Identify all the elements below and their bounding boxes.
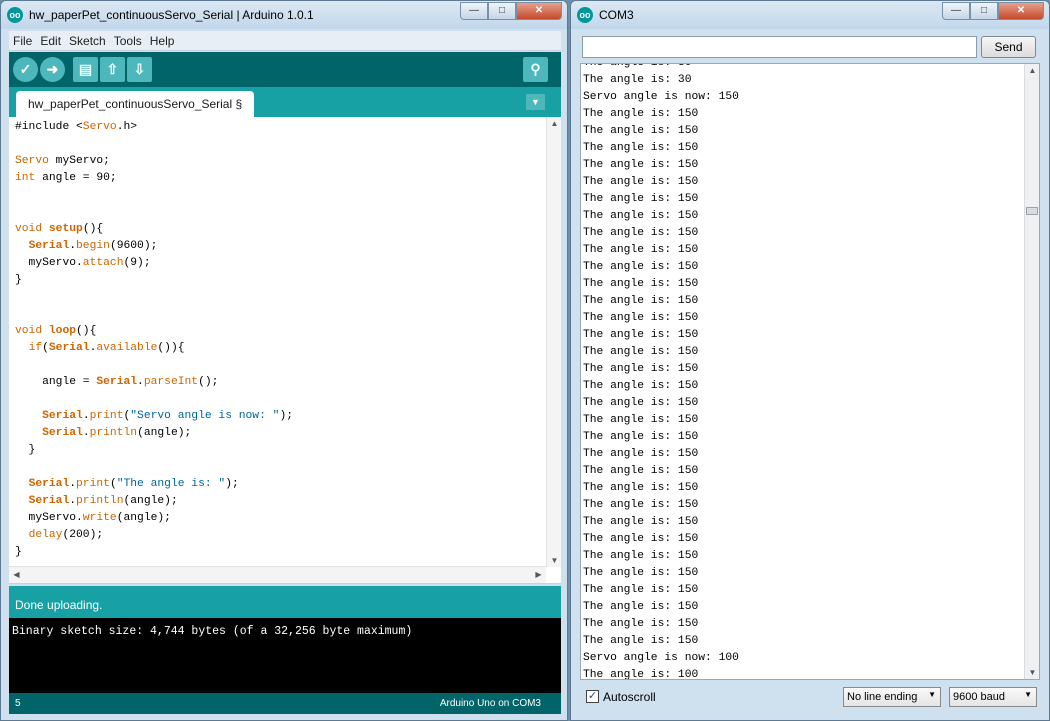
serial-output-line: The angle is: 150 [583,533,699,545]
serial-output[interactable]: The angle is: 30 The angle is: 30 Servo an… [580,63,1040,680]
scroll-left-icon[interactable]: ◀ [9,570,24,579]
arduino-ide-window: oo hw_paperPet_continuousServo_Serial | … [0,0,568,721]
scroll-up-icon[interactable]: ▲ [1025,66,1039,75]
tab-menu-chevron-down-icon[interactable]: ▼ [526,94,545,110]
close-button[interactable]: ✕ [516,2,562,20]
status-message: Done uploading. [9,586,561,618]
serial-output-line: The angle is: 30 [583,74,692,86]
minimize-button[interactable]: — [460,2,488,20]
serial-output-line: The angle is: 100 [583,669,699,680]
serial-monitor-window: oo COM3 — □ ✕ Send The angle is: 30 The a… [570,0,1050,721]
new-icon[interactable]: ▤ [73,57,98,82]
serial-output-line: The angle is: 150 [583,363,699,375]
serial-output-line: The angle is: 150 [583,601,699,613]
minimize-button[interactable]: — [942,2,970,20]
menu-bar: File Edit Sketch Tools Help [9,31,561,51]
chevron-down-icon: ▼ [928,690,936,699]
serial-output-line: The angle is: 150 [583,499,699,511]
serial-output-line: The angle is: 150 [583,142,699,154]
editor-vertical-scrollbar[interactable]: ▲ ▼ [546,117,561,567]
serial-output-line: The angle is: 150 [583,312,699,324]
scroll-down-icon[interactable]: ▼ [547,556,562,565]
scroll-up-icon[interactable]: ▲ [547,119,562,128]
serial-output-lines: The angle is: 30 The angle is: 30 Servo an… [583,63,739,680]
serial-output-line: The angle is: 150 [583,465,699,477]
serial-output-line: The angle is: 150 [583,414,699,426]
close-button[interactable]: ✕ [998,2,1044,20]
code-editor[interactable]: #include <Servo.h> Servo myServo; int an… [9,117,561,584]
serial-output-line: The angle is: 150 [583,108,699,120]
serial-send-input[interactable] [582,36,977,58]
ide-titlebar[interactable]: oo hw_paperPet_continuousServo_Serial | … [1,1,567,29]
serial-output-line: The angle is: 150 [583,329,699,341]
editor-horizontal-scrollbar[interactable]: ◀ ▶ [9,566,546,583]
serial-output-line: Servo angle is now: 150 [583,91,739,103]
save-icon[interactable]: ⇩ [127,57,152,82]
serial-output-line: The angle is: 150 [583,516,699,528]
serial-output-line: The angle is: 150 [583,125,699,137]
ide-window-title: hw_paperPet_continuousServo_Serial | Ard… [29,8,314,22]
serial-output-line: The angle is: 150 [583,193,699,205]
serial-output-line: The angle is: 150 [583,584,699,596]
scroll-right-icon[interactable]: ▶ [531,570,546,579]
scrollbar-thumb[interactable] [1026,207,1038,215]
code-text: #include <Servo.h> Servo myServo; int an… [15,121,293,558]
arduino-logo-icon: oo [7,7,23,23]
serial-window-title: COM3 [599,8,634,22]
menu-sketch[interactable]: Sketch [65,31,110,48]
autoscroll-checkbox[interactable]: ✓ [586,690,599,703]
baud-rate-select[interactable]: 9600 baud ▼ [949,687,1037,707]
serial-output-line: The angle is: 150 [583,448,699,460]
serial-output-line: The angle is: 150 [583,261,699,273]
serial-output-line: The angle is: 150 [583,397,699,409]
serial-output-line: The angle is: 150 [583,176,699,188]
maximize-button[interactable]: □ [488,2,516,20]
serial-output-line: The angle is: 150 [583,210,699,222]
serial-output-line: The angle is: 150 [583,380,699,392]
serial-output-line: The angle is: 150 [583,431,699,443]
menu-tools[interactable]: Tools [110,31,146,48]
send-button[interactable]: Send [981,36,1036,58]
serial-output-line: The angle is: 150 [583,635,699,647]
serial-output-line: The angle is: 150 [583,244,699,256]
serial-output-line: The angle is: 30 [583,63,692,69]
serial-output-line: The angle is: 150 [583,618,699,630]
serial-output-line: The angle is: 150 [583,159,699,171]
serial-output-line: The angle is: 150 [583,550,699,562]
console-output: Binary sketch size: 4,744 bytes (of a 32… [9,618,561,693]
serial-monitor-icon[interactable]: ⚲ [523,57,548,82]
serial-output-line: The angle is: 150 [583,567,699,579]
footer-bar: 5 Arduino Uno on COM3 [9,693,561,714]
serial-output-line: The angle is: 150 [583,346,699,358]
tab-sketch[interactable]: hw_paperPet_continuousServo_Serial § [16,91,255,117]
serial-output-line: Servo angle is now: 100 [583,652,739,664]
arduino-logo-icon: oo [577,7,593,23]
line-number: 5 [15,698,21,709]
line-ending-select[interactable]: No line ending ▼ [843,687,941,707]
chevron-down-icon: ▼ [1024,690,1032,699]
serial-output-line: The angle is: 150 [583,227,699,239]
menu-edit[interactable]: Edit [36,31,65,48]
line-ending-value: No line ending [847,691,918,703]
board-port-label: Arduino Uno on COM3 [439,698,541,709]
tab-bar: hw_paperPet_continuousServo_Serial § ▼ [9,87,561,117]
serial-output-line: The angle is: 150 [583,295,699,307]
maximize-button[interactable]: □ [970,2,998,20]
serial-output-line: The angle is: 150 [583,278,699,290]
open-icon[interactable]: ⇧ [100,57,125,82]
upload-icon[interactable]: ➜ [40,57,65,82]
verify-icon[interactable]: ✓ [13,57,38,82]
scroll-down-icon[interactable]: ▼ [1025,668,1039,677]
serial-output-line: The angle is: 150 [583,482,699,494]
serial-titlebar[interactable]: oo COM3 — □ ✕ [571,1,1049,29]
serial-vertical-scrollbar[interactable]: ▲ ▼ [1024,64,1039,679]
autoscroll-label: Autoscroll [603,690,656,704]
toolbar: ✓ ➜ ▤ ⇧ ⇩ ⚲ [9,52,561,87]
menu-help[interactable]: Help [146,31,179,48]
baud-rate-value: 9600 baud [953,691,1005,703]
menu-file[interactable]: File [9,31,36,48]
serial-footer: ✓ Autoscroll No line ending ▼ 9600 baud … [580,684,1040,710]
